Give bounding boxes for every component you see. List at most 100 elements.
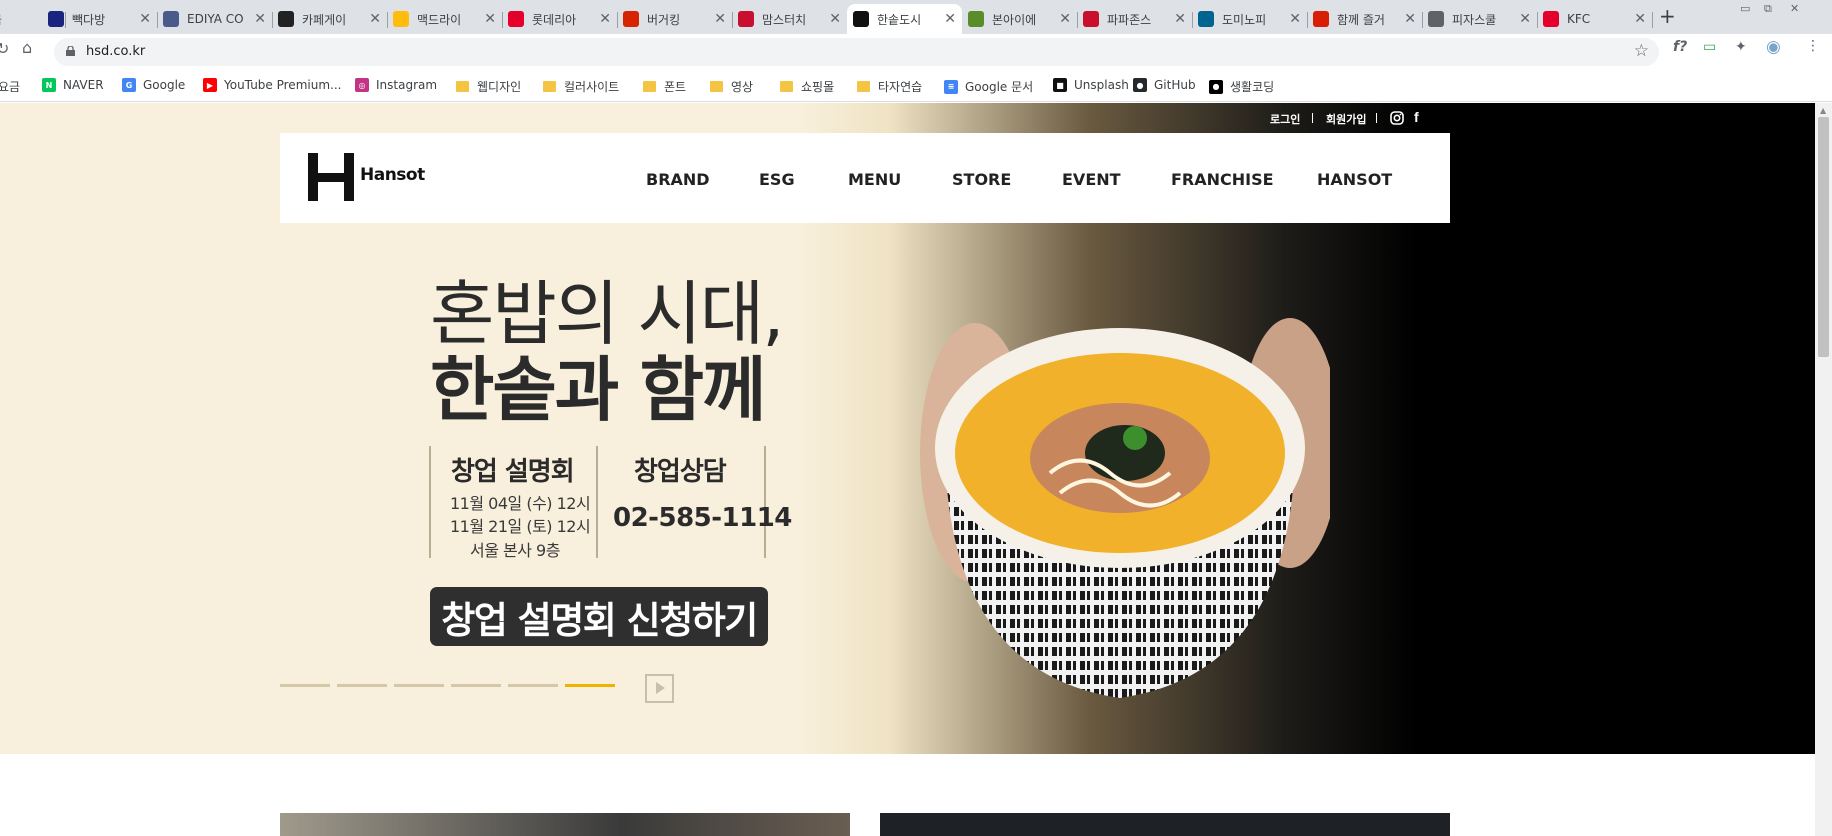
menu-menu[interactable]: MENU	[848, 170, 901, 189]
minimize-icon[interactable]: ▭	[1740, 2, 1750, 15]
bookmark-label: 영상	[731, 80, 754, 94]
instagram-icon[interactable]	[1390, 111, 1404, 125]
tab-close-icon[interactable]: ✕	[714, 11, 726, 27]
rice-bowl-image	[920, 318, 1330, 698]
slide-indicator-3[interactable]	[394, 684, 444, 687]
tab-close-icon[interactable]: ✕	[1174, 11, 1186, 27]
bookmark-item[interactable]: N NAVER	[42, 78, 104, 92]
slide-indicator-4[interactable]	[451, 684, 501, 687]
restore-icon[interactable]: ⧉	[1764, 2, 1772, 16]
tab-close-icon[interactable]: ✕	[944, 11, 956, 27]
reload-icon[interactable]: ↻	[0, 39, 9, 58]
bookmark-star-icon[interactable]: ☆	[1634, 41, 1649, 61]
facebook-icon[interactable]: f	[1414, 109, 1419, 125]
browser-tab[interactable]: 한솥도시 ✕	[847, 4, 962, 34]
hansot-logo[interactable]: Hansot	[308, 153, 425, 201]
slide-indicator-1[interactable]	[280, 684, 330, 687]
tab-strip: 요금 ✕ 빽다방 ✕ EDIYA CO ✕ 카페게이 ✕ 맥드라이 ✕ 롯데리아 ✕ 버거킹 ✕ 맘스터치 ✕…	[0, 0, 1832, 34]
menu-franchise[interactable]: FRANCHISE	[1171, 170, 1274, 189]
browser-tab[interactable]: 맥드라이 ✕	[387, 4, 503, 34]
slide-indicator-5[interactable]	[508, 684, 558, 687]
bookmark-favicon-icon: ■	[1053, 78, 1067, 92]
bookmark-favicon-icon: ●	[1133, 78, 1147, 92]
browser-tab[interactable]: 파파존스 ✕	[1077, 4, 1193, 34]
tab-favicon-icon	[278, 11, 294, 27]
close-window-icon[interactable]: ✕	[1790, 2, 1799, 15]
play-button[interactable]	[645, 674, 674, 703]
slide-indicator-6[interactable]	[565, 684, 615, 687]
bookmark-item[interactable]: 영상	[710, 78, 753, 95]
folder-icon	[857, 81, 870, 92]
browser-tab[interactable]: 롯데리아 ✕	[502, 4, 618, 34]
tab-favicon-icon	[48, 11, 64, 27]
menu-hansot[interactable]: HANSOT	[1317, 170, 1392, 189]
browser-tab[interactable]: 버거킹 ✕	[617, 4, 733, 34]
menu-brand[interactable]: BRAND	[646, 170, 710, 189]
seminar-apply-button[interactable]: 창업 설명회 신청하기	[430, 587, 768, 646]
tab-close-icon[interactable]: ✕	[1634, 11, 1646, 27]
browser-tab[interactable]: 빽다방 ✕	[42, 4, 158, 34]
bookmark-label: 요금	[0, 80, 21, 94]
seminar-title: 창업 설명회	[451, 457, 575, 487]
bookmark-item[interactable]: 컬러사이트	[543, 78, 619, 95]
browser-tab[interactable]: EDIYA CO ✕	[157, 4, 273, 34]
more-menu-icon[interactable]: ⋮	[1806, 38, 1820, 54]
bookmark-item[interactable]: 쇼핑몰	[780, 78, 834, 95]
browser-tab[interactable]: 카페게이 ✕	[272, 4, 388, 34]
browser-tab[interactable]: 본아이에 ✕	[962, 4, 1078, 34]
login-link[interactable]: 로그인	[1270, 111, 1300, 127]
consult-phone[interactable]: 02-585-1114	[613, 503, 792, 533]
bookmark-item[interactable]: ▶ YouTube Premium...	[203, 78, 341, 92]
tab-close-icon[interactable]: ✕	[139, 11, 151, 27]
profile-avatar[interactable]: ◉	[1766, 37, 1781, 57]
hero-banner: 로그인 회원가입 f Hansot BRAND ESG MENU STORE E…	[0, 103, 1815, 754]
bookmark-item[interactable]: ● 생활코딩	[1209, 78, 1274, 95]
scroll-up-icon[interactable]: ▲	[1820, 106, 1826, 115]
content-card-right[interactable]	[880, 813, 1450, 836]
tab-close-icon[interactable]: ✕	[484, 11, 496, 27]
bookmark-item[interactable]: ≡ Google 문서	[944, 78, 1033, 95]
tab-separator	[1652, 12, 1653, 28]
join-link[interactable]: 회원가입	[1326, 111, 1366, 127]
home-icon[interactable]: ⌂	[22, 38, 32, 57]
tab-close-icon[interactable]: ✕	[369, 11, 381, 27]
browser-tab[interactable]: 피자스쿨 ✕	[1422, 4, 1538, 34]
bookmark-item[interactable]: ● GitHub	[1133, 78, 1196, 92]
tab-close-icon[interactable]: ✕	[599, 11, 611, 27]
browser-tab[interactable]: 맘스터치 ✕	[732, 4, 847, 34]
bookmark-item[interactable]: 타자연습	[857, 78, 922, 95]
url-input[interactable]: hsd.co.kr ☆	[54, 38, 1659, 66]
scrollbar[interactable]: ▲	[1815, 103, 1832, 836]
scrollbar-thumb[interactable]	[1818, 117, 1829, 357]
browser-tab[interactable]: 도미노피 ✕	[1192, 4, 1308, 34]
tab-close-icon[interactable]: ✕	[1059, 11, 1071, 27]
content-card-left[interactable]	[280, 813, 850, 836]
menu-store[interactable]: STORE	[952, 170, 1011, 189]
bookmark-item[interactable]: ■ Unsplash	[1053, 78, 1129, 92]
tab-close-icon[interactable]: ✕	[1519, 11, 1531, 27]
browser-tab[interactable]: 함께 즐거 ✕	[1307, 4, 1423, 34]
tab-close-icon[interactable]: ✕	[1289, 11, 1301, 27]
tab-favicon-icon	[393, 11, 409, 27]
tab-close-icon[interactable]: ✕	[254, 11, 266, 27]
tab-favicon-icon	[1198, 11, 1214, 27]
bookmark-item[interactable]: 웹디자인	[456, 78, 521, 95]
bookmark-item[interactable]: 요금	[0, 78, 20, 95]
divider	[429, 446, 431, 558]
divider	[1376, 113, 1377, 123]
menu-event[interactable]: EVENT	[1062, 170, 1121, 189]
bookmark-label: Instagram	[376, 78, 438, 92]
tab-favicon-icon	[1428, 11, 1444, 27]
bookmark-item[interactable]: 폰트	[643, 78, 686, 95]
new-tab-button[interactable]: +	[1659, 4, 1676, 28]
slide-indicator-2[interactable]	[337, 684, 387, 687]
extension-icon[interactable]: ▭	[1703, 39, 1716, 55]
puzzle-icon[interactable]: ✦	[1735, 39, 1747, 55]
tab-close-icon[interactable]: ✕	[829, 11, 841, 27]
bookmark-item[interactable]: G Google	[122, 78, 185, 92]
bookmark-item[interactable]: ◎ Instagram	[355, 78, 437, 92]
tab-close-icon[interactable]: ✕	[1404, 11, 1416, 27]
browser-tab[interactable]: KFC ✕	[1537, 4, 1653, 34]
menu-esg[interactable]: ESG	[759, 170, 795, 189]
fx-extension-icon[interactable]: f?	[1673, 39, 1687, 55]
